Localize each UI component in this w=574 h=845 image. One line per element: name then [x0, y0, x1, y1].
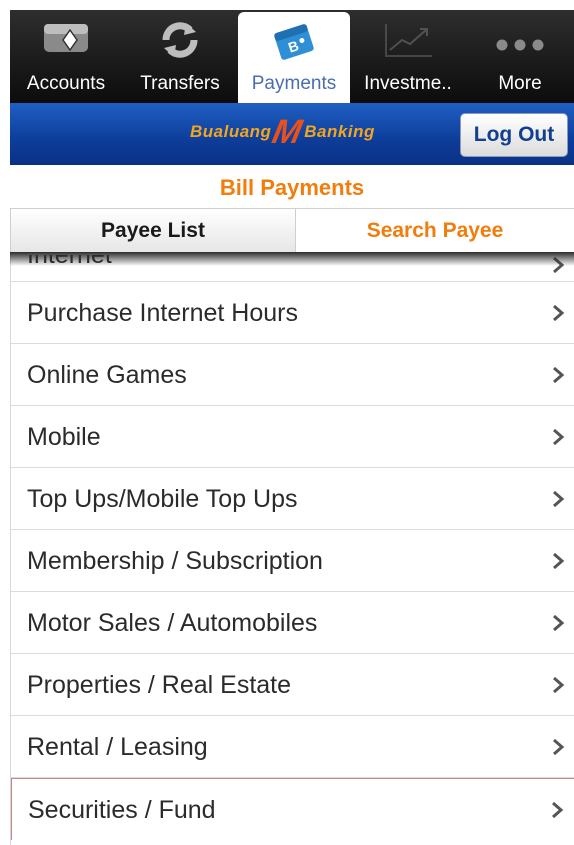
category-list[interactable]: Internet Purchase Internet Hours Online …: [10, 252, 574, 845]
payee-segmented-control: Payee List Search Payee: [10, 208, 574, 253]
tab-accounts[interactable]: Accounts: [10, 10, 122, 103]
list-item-label: Mobile: [27, 423, 101, 451]
chevron-right-icon: [553, 490, 565, 507]
list-item-label: Properties / Real Estate: [27, 671, 292, 699]
list-item-rental-leasing[interactable]: Rental / Leasing: [11, 716, 574, 778]
list-item-label: Membership / Subscription: [27, 547, 323, 575]
chevron-right-icon: [553, 428, 565, 445]
more-dots-icon: [493, 36, 547, 58]
page-title: Bill Payments: [219, 175, 365, 200]
list-item-membership-subscription[interactable]: Membership / Subscription: [11, 530, 574, 592]
tab-payments[interactable]: B Payments: [238, 12, 350, 103]
app-header: Bualuang M Banking Log Out: [10, 103, 574, 165]
list-item-top-ups[interactable]: Top Ups/Mobile Top Ups: [11, 468, 574, 530]
top-tab-bar: Accounts Transfers B Payments Investme..…: [0, 0, 574, 103]
list-item-label: Top Ups/Mobile Top Ups: [27, 485, 298, 513]
chevron-right-icon: [553, 366, 565, 383]
list-top-shadow: [10, 252, 574, 266]
tab-accounts-label: Accounts: [26, 73, 106, 94]
tab-investments-label: Investme..: [364, 73, 452, 94]
tab-more[interactable]: More: [466, 10, 574, 103]
bualuang-mbanking-logo: Bualuang M Banking: [190, 113, 375, 151]
list-item-label: Purchase Internet Hours: [27, 299, 298, 327]
list-item-label: Online Games: [27, 361, 187, 389]
list-item-purchase-internet-hours[interactable]: Purchase Internet Hours: [11, 282, 574, 344]
tab-payee-list[interactable]: Payee List: [10, 208, 296, 252]
list-item-motor-sales[interactable]: Motor Sales / Automobiles: [11, 592, 574, 654]
tab-bar-inner: Accounts Transfers B Payments Investme..…: [10, 10, 574, 103]
chevron-right-icon: [552, 801, 564, 818]
list-item-label: Motor Sales / Automobiles: [27, 609, 318, 637]
chart-line-icon: [380, 20, 436, 66]
chevron-right-icon: [553, 614, 565, 631]
tab-transfers-label: Transfers: [140, 73, 220, 94]
tab-search-payee[interactable]: Search Payee: [296, 208, 574, 252]
chevron-right-icon: [553, 304, 565, 321]
list-item-mobile[interactable]: Mobile: [11, 406, 574, 468]
chevron-right-icon: [553, 676, 565, 693]
tab-investments[interactable]: Investme..: [350, 10, 466, 103]
chevron-right-icon: [553, 738, 565, 755]
list-item-properties[interactable]: Properties / Real Estate: [11, 654, 574, 716]
bill-card-icon: B: [272, 22, 316, 68]
tab-payments-label: Payments: [251, 73, 337, 94]
tab-more-label: More: [498, 73, 542, 94]
list-item-label: Rental / Leasing: [27, 733, 208, 761]
wallet-icon: [40, 20, 92, 64]
list-item-label: Securities / Fund: [28, 796, 216, 824]
tab-transfers[interactable]: Transfers: [122, 10, 238, 103]
list-item-securities-fund[interactable]: Securities / Fund: [11, 778, 574, 840]
list-item-online-games[interactable]: Online Games: [11, 344, 574, 406]
refresh-icon: [158, 20, 202, 66]
logout-button[interactable]: Log Out: [460, 113, 568, 157]
chevron-right-icon: [553, 552, 565, 569]
